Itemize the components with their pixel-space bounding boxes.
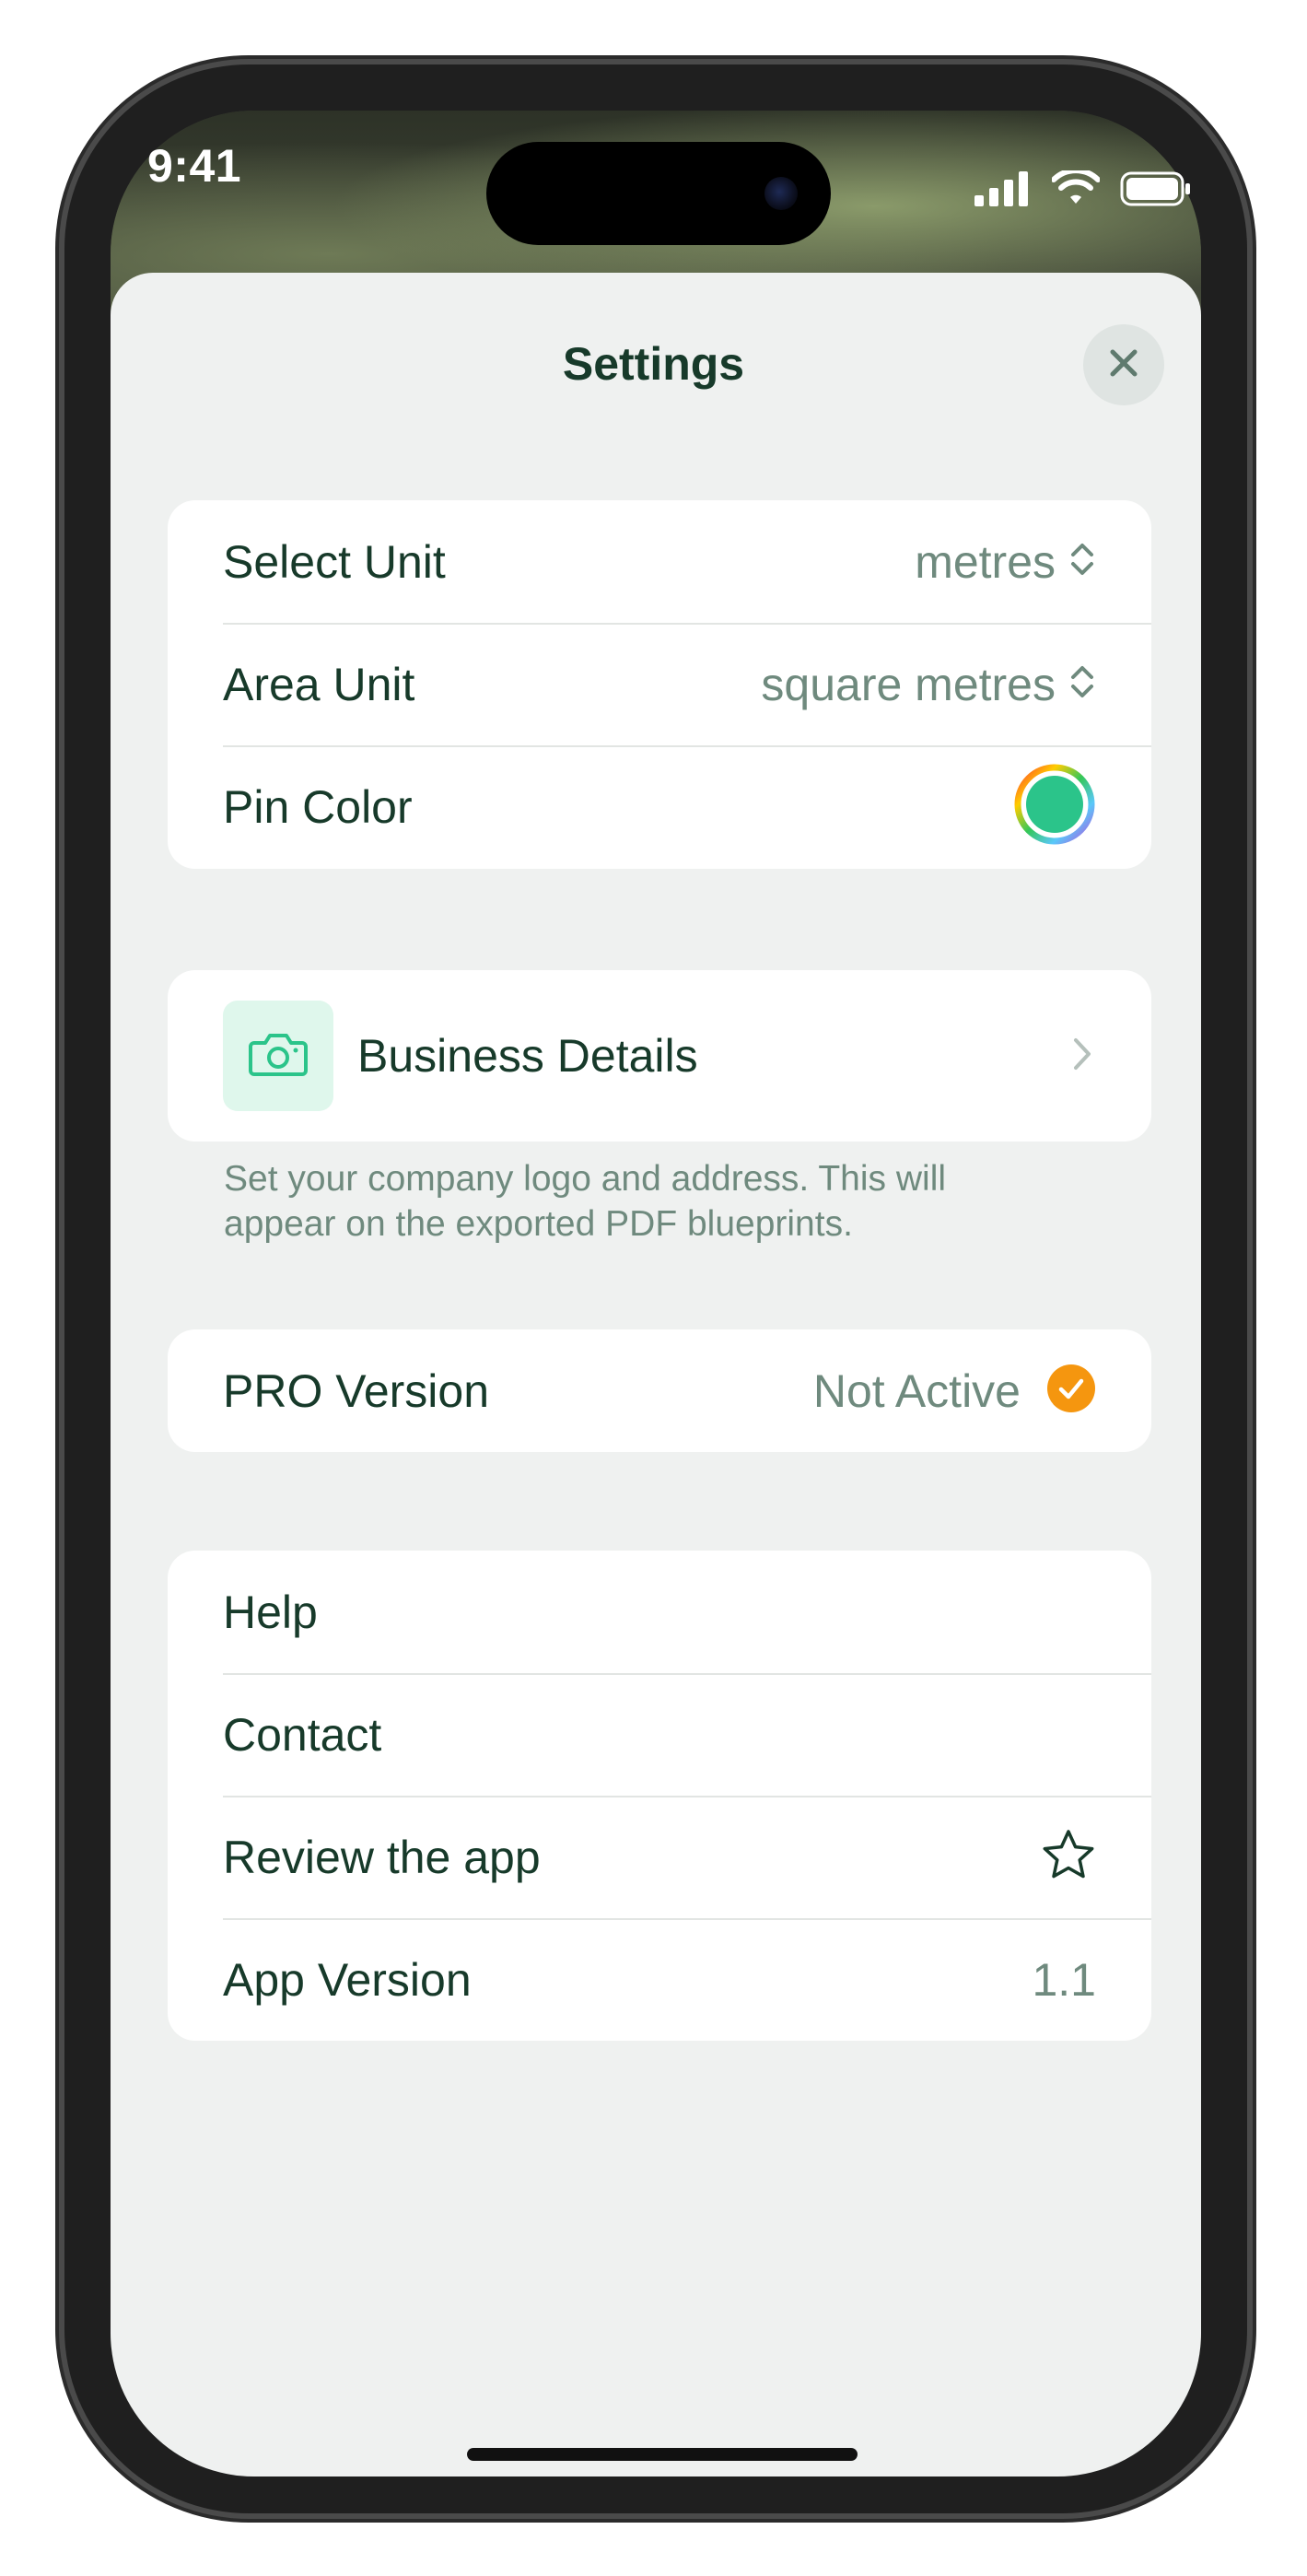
pro-status-value: Not Active <box>812 1364 1021 1417</box>
pin-color-label: Pin Color <box>223 780 413 833</box>
color-well[interactable] <box>1013 763 1096 850</box>
contact-row[interactable]: Contact <box>168 1673 1151 1796</box>
battery-icon <box>1120 171 1192 211</box>
select-unit-label: Select Unit <box>223 535 446 588</box>
business-details-row[interactable]: Business Details <box>168 970 1151 1142</box>
camera-lens <box>764 177 798 210</box>
contact-label: Contact <box>223 1708 382 1761</box>
select-unit-row[interactable]: Select Unit metres <box>168 500 1151 623</box>
area-unit-row[interactable]: Area Unit square metres <box>168 623 1151 745</box>
chevron-updown-icon <box>1068 540 1096 583</box>
info-card: Help Contact Review the app App Version … <box>168 1551 1151 2041</box>
star-icon <box>1041 1828 1096 1886</box>
chevron-right-icon <box>1072 1036 1092 1076</box>
business-details-label: Business Details <box>357 1030 698 1082</box>
status-time: 9:41 <box>147 140 242 192</box>
business-icon-tile <box>223 1001 333 1111</box>
checkmark-badge-icon <box>1046 1364 1096 1418</box>
pro-version-label: PRO Version <box>223 1364 490 1417</box>
pin-color-row[interactable]: Pin Color <box>168 745 1151 868</box>
dynamic-island <box>486 142 831 245</box>
chevron-updown-icon <box>1068 662 1096 706</box>
app-version-row: App Version 1.1 <box>168 1918 1151 2041</box>
select-unit-value[interactable]: metres <box>915 535 1056 589</box>
close-icon <box>1108 347 1139 383</box>
pro-version-row[interactable]: PRO Version Not Active <box>168 1329 1151 1452</box>
area-unit-value[interactable]: square metres <box>761 658 1056 711</box>
camera-icon <box>249 1030 308 1083</box>
business-card[interactable]: Business Details <box>168 970 1151 1142</box>
close-button[interactable] <box>1083 324 1164 405</box>
pro-card[interactable]: PRO Version Not Active <box>168 1329 1151 1452</box>
app-version-value: 1.1 <box>1032 1953 1096 2006</box>
home-indicator[interactable] <box>467 2448 858 2461</box>
review-label: Review the app <box>223 1831 541 1883</box>
signal-icon <box>974 171 1032 211</box>
help-label: Help <box>223 1586 318 1638</box>
app-version-label: App Version <box>223 1953 472 2006</box>
wifi-icon <box>1051 168 1101 212</box>
area-unit-label: Area Unit <box>223 658 415 710</box>
help-row[interactable]: Help <box>168 1551 1151 1673</box>
review-row[interactable]: Review the app <box>168 1796 1151 1918</box>
units-card: Select Unit metres Area Unit square metr… <box>168 500 1151 869</box>
status-icons <box>974 168 1192 212</box>
business-footnote: Set your company logo and address. This … <box>224 1159 947 1244</box>
